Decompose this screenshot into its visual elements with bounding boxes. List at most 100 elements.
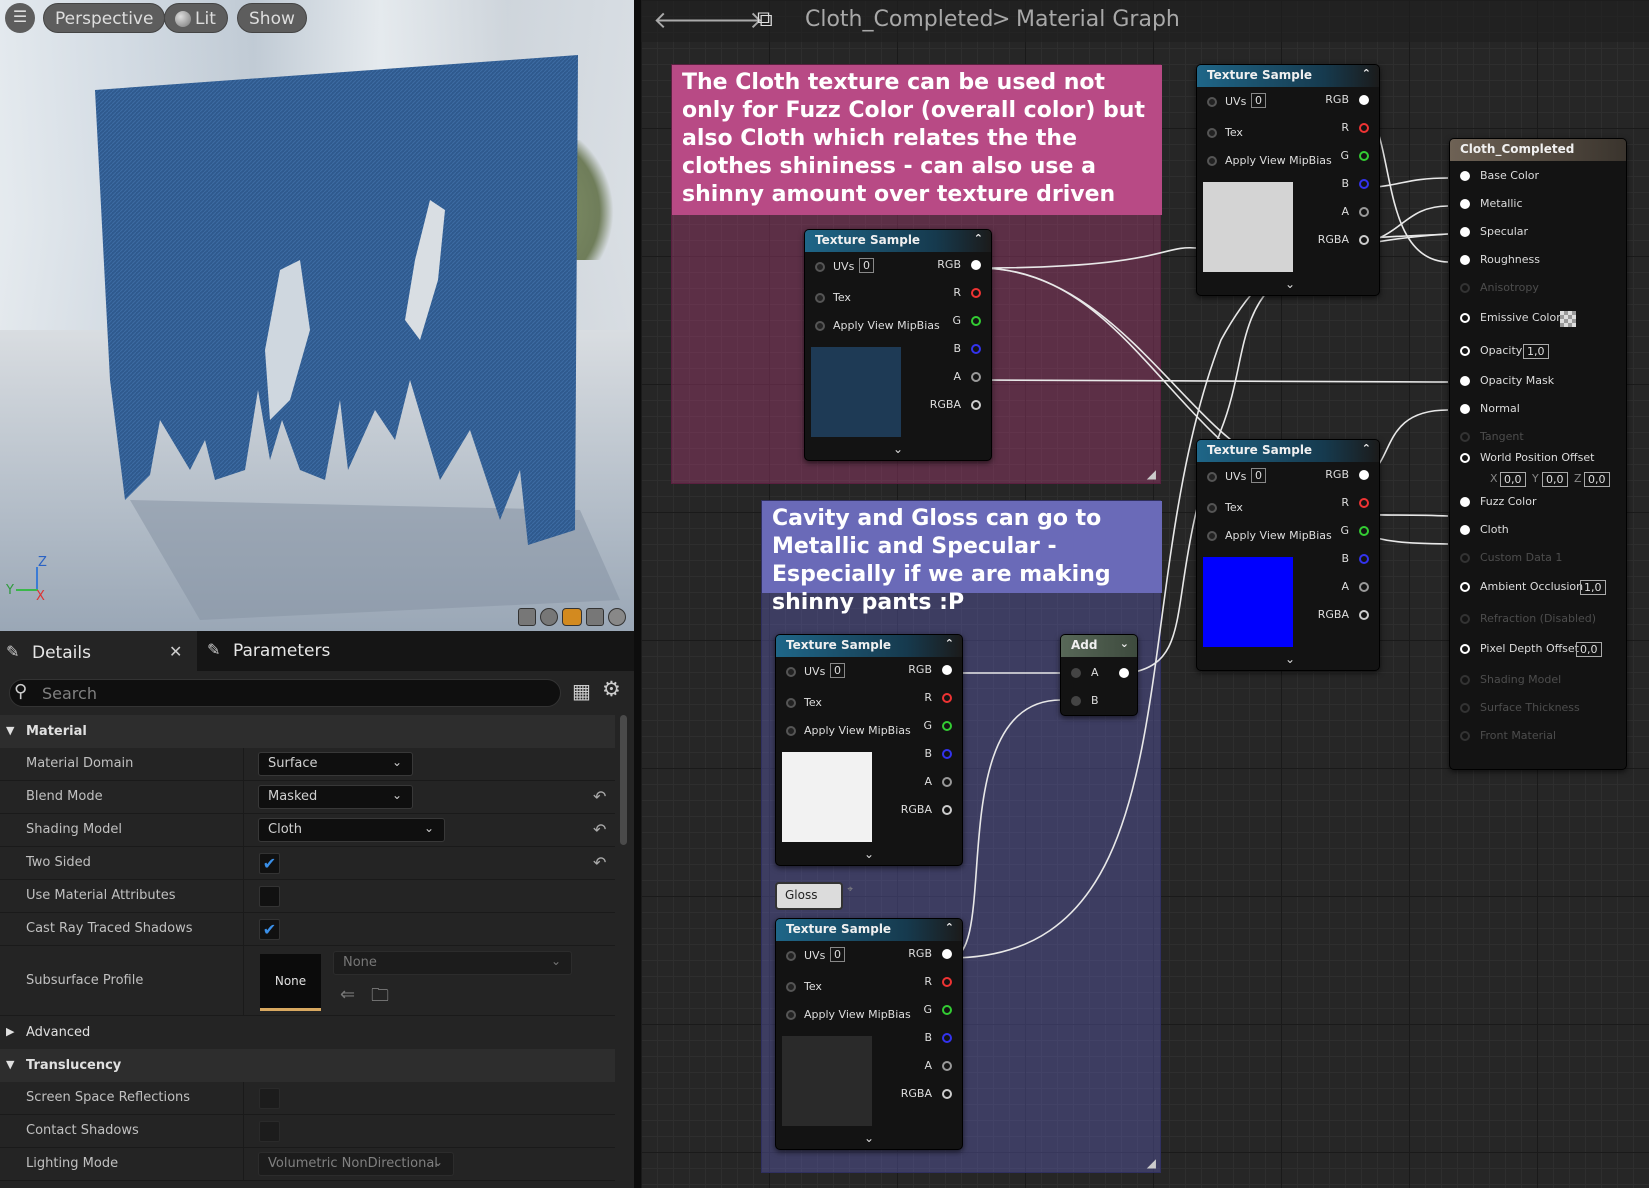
wpo-z-input[interactable]: 0,0: [1584, 472, 1610, 487]
tex-input-pin[interactable]: [1207, 128, 1217, 138]
subsurface-thumbnail[interactable]: None: [260, 954, 321, 1011]
rgba-output-pin[interactable]: [1359, 610, 1369, 620]
contact-shadows-checkbox[interactable]: [259, 1121, 280, 1142]
add-a-input-pin[interactable]: [1071, 668, 1081, 678]
add-output-pin[interactable]: [1119, 668, 1129, 678]
ssr-checkbox[interactable]: [259, 1088, 280, 1109]
g-output-pin[interactable]: [1359, 526, 1369, 536]
a-output-pin[interactable]: [1359, 582, 1369, 592]
material-input-pin[interactable]: [1460, 313, 1470, 323]
collapse-icon[interactable]: ⌃: [1362, 67, 1371, 80]
rgba-output-pin[interactable]: [942, 1089, 952, 1099]
a-output-pin[interactable]: [971, 372, 981, 382]
mipbias-input-pin[interactable]: [1207, 531, 1217, 541]
mipbias-input-pin[interactable]: [786, 1010, 796, 1020]
preview-shape-bar[interactable]: [518, 606, 633, 628]
material-input-pin[interactable]: [1460, 497, 1470, 507]
expand-chevron-icon[interactable]: ⌄: [864, 1131, 874, 1145]
rgba-output-pin[interactable]: [942, 805, 952, 815]
g-output-pin[interactable]: [942, 721, 952, 731]
uvs-value-input[interactable]: 0: [830, 663, 845, 678]
r-output-pin[interactable]: [971, 288, 981, 298]
rgb-output-pin[interactable]: [942, 949, 952, 959]
material-input-pin[interactable]: [1460, 227, 1470, 237]
material-input-pin[interactable]: [1460, 453, 1470, 463]
lit-button[interactable]: Lit: [164, 3, 228, 33]
material-input-pin[interactable]: [1460, 199, 1470, 209]
browse-folder-icon[interactable]: 🗀: [371, 983, 389, 1013]
uvs-input-pin[interactable]: [815, 262, 825, 272]
b-output-pin[interactable]: [942, 749, 952, 759]
b-output-pin[interactable]: [1359, 179, 1369, 189]
opacity-value-input[interactable]: 1,0: [1523, 344, 1549, 359]
r-output-pin[interactable]: [1359, 498, 1369, 508]
mipbias-input-pin[interactable]: [1207, 156, 1217, 166]
uvs-input-pin[interactable]: [1207, 472, 1217, 482]
expand-chevron-icon[interactable]: ⌄: [1285, 277, 1295, 291]
b-output-pin[interactable]: [942, 1033, 952, 1043]
a-output-pin[interactable]: [1359, 207, 1369, 217]
g-output-pin[interactable]: [971, 316, 981, 326]
mipbias-input-pin[interactable]: [786, 726, 796, 736]
plane-preview-icon[interactable]: [562, 608, 582, 626]
pixel-depth-offset-input[interactable]: 0,0: [1576, 642, 1602, 657]
tab-parameters[interactable]: ✎ Parameters: [204, 631, 404, 671]
ambient-occlusion-input[interactable]: 1,0: [1580, 580, 1606, 595]
a-output-pin[interactable]: [942, 777, 952, 787]
collapse-icon[interactable]: ⌃: [1362, 442, 1371, 455]
g-output-pin[interactable]: [942, 1005, 952, 1015]
material-input-pin[interactable]: [1460, 582, 1470, 592]
table-view-icon[interactable]: ▦: [572, 679, 591, 703]
cast-ray-traced-shadows-checkbox[interactable]: ✔: [259, 919, 280, 940]
uvs-value-input[interactable]: 0: [1251, 468, 1266, 483]
material-output-node[interactable]: Cloth_Completed Base Color Metallic Specul…: [1449, 138, 1627, 770]
r-output-pin[interactable]: [942, 693, 952, 703]
use-selected-icon[interactable]: ⇐: [340, 984, 355, 1005]
panel-divider[interactable]: [634, 0, 641, 1188]
r-output-pin[interactable]: [942, 977, 952, 987]
tex-input-pin[interactable]: [1207, 503, 1217, 513]
expand-chevron-icon[interactable]: ⌄: [864, 847, 874, 861]
show-button[interactable]: Show: [237, 3, 307, 33]
add-node[interactable]: Add ⌄ A B: [1060, 634, 1138, 716]
texture-sample-node[interactable]: Texture Sample ⌃ UVs 0 Tex Apply View Mip…: [1196, 64, 1380, 296]
collapse-icon[interactable]: ⌃: [945, 921, 954, 934]
expand-chevron-icon[interactable]: ⌄: [893, 442, 903, 456]
search-input[interactable]: ⚲ Search: [9, 679, 561, 707]
gloss-parameter-label[interactable]: Gloss ⌖: [775, 882, 853, 910]
uvs-value-input[interactable]: 0: [830, 947, 845, 962]
uvs-value-input[interactable]: 0: [1251, 93, 1266, 108]
rgba-output-pin[interactable]: [1359, 235, 1369, 245]
g-output-pin[interactable]: [1359, 151, 1369, 161]
material-input-pin[interactable]: [1460, 376, 1470, 386]
texture-sample-node[interactable]: Texture Sample ⌃ UVs 0 Tex Apply View Mip…: [804, 229, 992, 461]
reset-to-default-icon[interactable]: ↶: [593, 787, 606, 806]
tex-input-pin[interactable]: [815, 293, 825, 303]
tex-input-pin[interactable]: [786, 698, 796, 708]
two-sided-checkbox[interactable]: ✔: [259, 853, 280, 874]
material-input-pin[interactable]: [1460, 404, 1470, 414]
shading-model-select[interactable]: Cloth ⌄: [258, 818, 445, 842]
wpo-x-input[interactable]: 0,0: [1500, 472, 1526, 487]
texture-sample-node[interactable]: Texture Sample ⌃ UVs 0 Tex Apply View Mip…: [1196, 439, 1380, 671]
rgba-output-pin[interactable]: [971, 400, 981, 410]
section-material[interactable]: ▼ Material: [0, 715, 615, 748]
material-domain-select[interactable]: Surface ⌄: [258, 752, 413, 776]
r-output-pin[interactable]: [1359, 123, 1369, 133]
details-scrollbar[interactable]: [620, 715, 627, 845]
cylinder-preview-icon[interactable]: [518, 608, 536, 626]
uvs-input-pin[interactable]: [786, 667, 796, 677]
lighting-mode-select[interactable]: Volumetric NonDirectional ⌄: [258, 1152, 454, 1176]
rgb-output-pin[interactable]: [1359, 470, 1369, 480]
material-input-pin[interactable]: [1460, 644, 1470, 654]
perspective-button[interactable]: Perspective: [43, 3, 166, 33]
collapse-icon[interactable]: ⌃: [945, 637, 954, 650]
a-output-pin[interactable]: [942, 1061, 952, 1071]
expand-chevron-icon[interactable]: ⌄: [1285, 652, 1295, 666]
uvs-value-input[interactable]: 0: [859, 258, 874, 273]
b-output-pin[interactable]: [971, 344, 981, 354]
cube-preview-icon[interactable]: [586, 608, 604, 626]
mipbias-input-pin[interactable]: [815, 321, 825, 331]
rgb-output-pin[interactable]: [1359, 95, 1369, 105]
material-input-pin[interactable]: [1460, 525, 1470, 535]
